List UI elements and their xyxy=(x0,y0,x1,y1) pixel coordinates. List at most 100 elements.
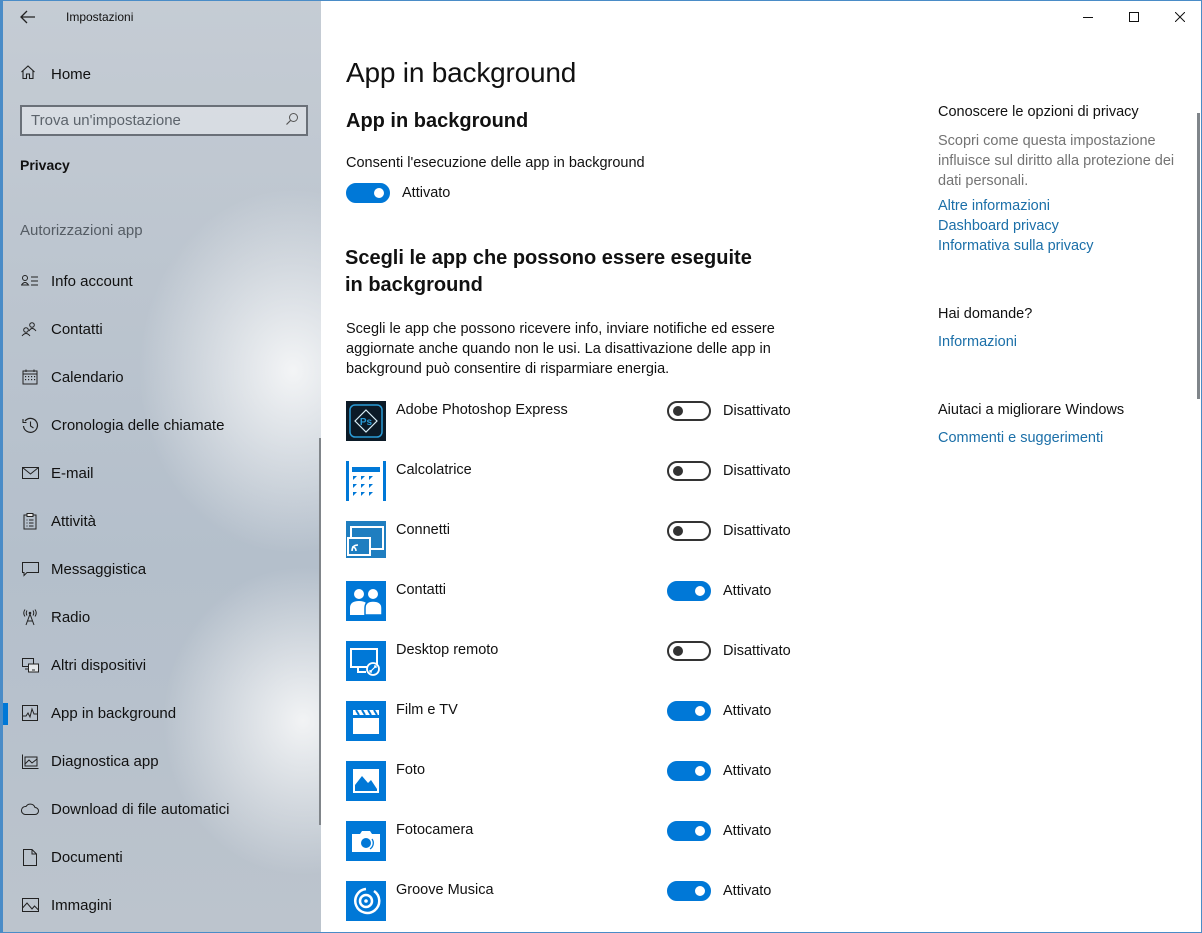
privacy-options-heading: Conoscere le opzioni di privacy xyxy=(938,104,1139,120)
section-subtitle: App in background xyxy=(346,110,529,132)
app-background-toggle[interactable] xyxy=(667,881,711,901)
toggle-state-label: Attivato xyxy=(402,185,451,201)
toggle-state-label: Attivato xyxy=(723,763,772,779)
app-toggle-row: Attivato xyxy=(667,581,771,601)
back-button[interactable] xyxy=(15,5,41,29)
app-background-toggle[interactable] xyxy=(667,641,711,661)
app-name: Foto xyxy=(396,762,426,778)
toggle-state-label: Attivato xyxy=(723,583,772,599)
toggle-state-label: Disattivato xyxy=(723,463,791,479)
minimize-button[interactable] xyxy=(1065,1,1111,33)
maximize-icon xyxy=(1129,12,1139,22)
sidebar-item-background-apps[interactable]: App in background xyxy=(3,689,323,737)
sidebar-item-messaging[interactable]: Messaggistica xyxy=(3,545,323,593)
app-name: Calcolatrice xyxy=(396,462,472,478)
toggle-state-label: Attivato xyxy=(723,823,772,839)
app-background-toggle[interactable] xyxy=(667,581,711,601)
cloud-icon xyxy=(20,799,40,819)
more-info-link[interactable]: Altre informazioni xyxy=(938,198,1050,214)
choose-apps-title: Scegli le app che possono essere eseguit… xyxy=(345,247,752,296)
sidebar-item-label: Contatti xyxy=(51,320,103,338)
page-title: App in background xyxy=(346,57,577,88)
privacy-statement-link[interactable]: Informativa sulla privacy xyxy=(938,238,1094,254)
get-help-link[interactable]: Informazioni xyxy=(938,334,1017,350)
app-background-toggle[interactable] xyxy=(667,821,711,841)
app-row: Connetti Disattivato xyxy=(346,521,806,581)
app-row: Contatti Attivato xyxy=(346,581,806,641)
sidebar-item-other-devices[interactable]: Altri dispositivi xyxy=(3,641,323,689)
main-content: App in background App in background Cons… xyxy=(321,1,1201,932)
sidebar-item-info-account[interactable]: Info account xyxy=(3,257,323,305)
group-label: Autorizzazioni app xyxy=(20,222,143,239)
search-input[interactable] xyxy=(31,112,271,129)
sidebar-nav: Info account Contatti Calendario Cronolo… xyxy=(3,257,323,929)
sidebar-item-label: Diagnostica app xyxy=(51,752,159,770)
toggle-knob xyxy=(673,406,683,416)
home-nav[interactable]: Home xyxy=(20,63,91,85)
sidebar-item-auto-downloads[interactable]: Download di file automatici xyxy=(3,785,323,833)
sidebar-item-label: Download di file automatici xyxy=(51,800,230,818)
app-title: Impostazioni xyxy=(66,10,134,24)
app-toggle-row: Disattivato xyxy=(667,401,791,421)
app-row: Ps Adobe Photoshop Express Disattivato xyxy=(346,401,806,461)
master-toggle-row: Attivato xyxy=(346,183,450,203)
message-icon xyxy=(20,559,40,579)
calculator-icon xyxy=(346,461,386,501)
photos-icon xyxy=(346,761,386,801)
privacy-dashboard-link[interactable]: Dashboard privacy xyxy=(938,218,1059,234)
toggle-state-label: Disattivato xyxy=(723,403,791,419)
sidebar-item-documents[interactable]: Documenti xyxy=(3,833,323,881)
sidebar-item-label: Radio xyxy=(51,608,91,626)
diagnostics-icon xyxy=(20,751,40,771)
history-icon xyxy=(20,415,40,435)
sidebar-item-app-diagnostics[interactable]: Diagnostica app xyxy=(3,737,323,785)
title-bar: Impostazioni xyxy=(3,1,323,33)
app-background-toggle[interactable] xyxy=(667,401,711,421)
improve-windows-heading: Aiutaci a migliorare Windows xyxy=(938,402,1125,418)
toggle-state-label: Disattivato xyxy=(723,643,791,659)
groove-music-icon xyxy=(346,881,386,921)
privacy-options-description: Scopri come questa impostazione influisc… xyxy=(938,133,1175,189)
close-button[interactable] xyxy=(1157,1,1201,33)
sidebar-item-radio[interactable]: Radio xyxy=(3,593,323,641)
app-background-toggle[interactable] xyxy=(667,521,711,541)
calendar-icon xyxy=(20,367,40,387)
sidebar-item-calendar[interactable]: Calendario xyxy=(3,353,323,401)
sidebar-item-pictures[interactable]: Immagini xyxy=(3,881,323,929)
main-scrollbar[interactable] xyxy=(1197,113,1200,399)
feedback-link[interactable]: Commenti e suggerimenti xyxy=(938,430,1103,446)
app-background-toggle[interactable] xyxy=(667,701,711,721)
maximize-button[interactable] xyxy=(1111,1,1157,33)
app-row: Calcolatrice Disattivato xyxy=(346,461,806,521)
search-icon[interactable] xyxy=(285,112,299,129)
sidebar-item-tasks[interactable]: Attività xyxy=(3,497,323,545)
settings-window: Impostazioni Home Privacy Autorizzazioni… xyxy=(0,0,1202,933)
sidebar-item-label: Altri dispositivi xyxy=(51,656,147,674)
app-name: Groove Musica xyxy=(396,882,494,898)
consent-label: Consenti l'esecuzione delle app in backg… xyxy=(346,155,645,171)
pictures-icon xyxy=(20,895,40,915)
app-name: Connetti xyxy=(396,522,451,538)
sidebar-item-label: App in background xyxy=(51,704,177,722)
master-background-toggle[interactable] xyxy=(346,183,390,203)
app-background-toggle[interactable] xyxy=(667,461,711,481)
app-name: Film e TV xyxy=(396,702,458,718)
back-arrow-icon xyxy=(20,10,35,24)
svg-text:Ps: Ps xyxy=(360,417,373,428)
toggle-knob xyxy=(673,526,683,536)
sidebar-item-contacts[interactable]: Contatti xyxy=(3,305,323,353)
app-background-toggle[interactable] xyxy=(667,761,711,781)
app-toggle-row: Disattivato xyxy=(667,521,791,541)
sidebar-item-email[interactable]: E-mail xyxy=(3,449,323,497)
toggle-knob xyxy=(673,646,683,656)
search-box[interactable] xyxy=(20,105,308,136)
sidebar-item-call-history[interactable]: Cronologia delle chiamate xyxy=(3,401,323,449)
toggle-knob xyxy=(695,886,705,896)
radio-icon xyxy=(20,607,40,627)
minimize-icon xyxy=(1083,17,1093,18)
sidebar-item-label: Immagini xyxy=(51,896,112,914)
app-toggle-row: Disattivato xyxy=(667,641,791,661)
toggle-state-label: Attivato xyxy=(723,883,772,899)
contacts-icon xyxy=(20,319,40,339)
app-toggle-row: Disattivato xyxy=(667,461,791,481)
